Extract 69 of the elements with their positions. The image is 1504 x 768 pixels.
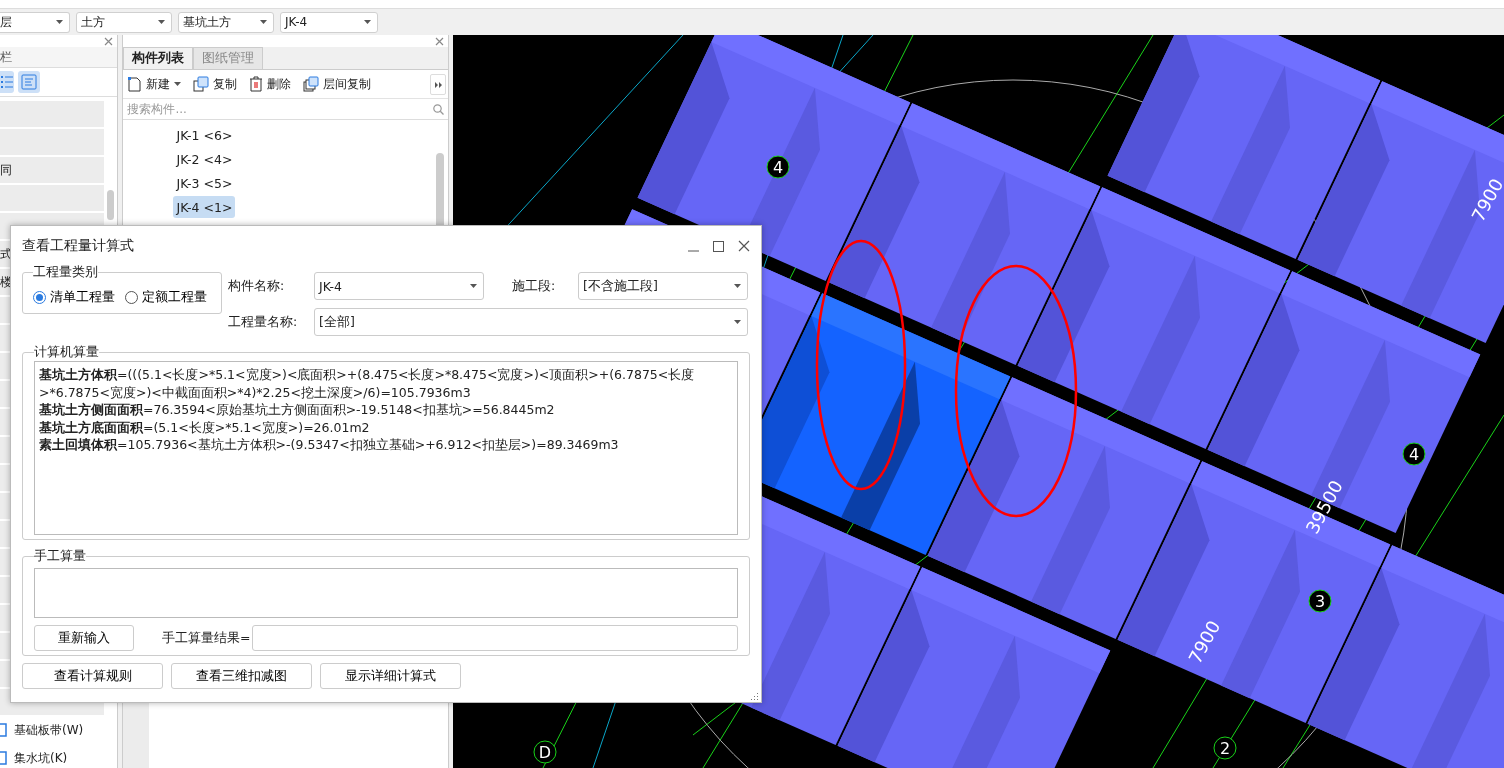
list-item[interactable]: 基础板带(W)	[14, 721, 84, 739]
list-view-icon[interactable]	[0, 71, 14, 93]
axis-bubble: 3	[1308, 589, 1332, 613]
axis-bubble: D	[533, 740, 557, 764]
group-legend: 计算机算量	[34, 344, 99, 361]
group-legend: 手工算量	[34, 548, 86, 565]
dialog-title: 查看工程量计算式	[22, 237, 134, 255]
more-button[interactable]	[430, 74, 447, 95]
quantity-dropdown[interactable]: [全部]	[314, 308, 748, 336]
filter-dropdown[interactable]: 基坑土方	[178, 11, 274, 33]
list-item[interactable]: 集水坑(K)	[14, 749, 68, 767]
component-item[interactable]: JK-3 <5>	[173, 172, 236, 194]
toolbar-button[interactable]: 复制	[193, 75, 238, 93]
double-arrow-icon	[434, 81, 442, 88]
panel-tab[interactable]: 构件列表	[123, 47, 194, 69]
component-item[interactable]: JK-1 <6>	[173, 124, 236, 146]
component-item[interactable]: JK-2 <4>	[173, 148, 236, 170]
field-label: 工程量名称:	[228, 313, 299, 331]
component-dropdown[interactable]: JK-4	[314, 272, 484, 300]
close-icon[interactable]	[435, 36, 445, 46]
search-field[interactable]: 搜索构件...	[125, 101, 434, 117]
component-icon	[0, 750, 8, 766]
axis-bubble: 4	[1402, 442, 1426, 466]
maximize-icon[interactable]	[713, 240, 724, 252]
list-item[interactable]: 楼	[0, 273, 12, 291]
formula-line: 基坑土方底面面积=(5.1<长度>*5.1<宽度>)=26.01m2	[39, 418, 371, 436]
section-dropdown[interactable]: [不含施工段]	[578, 272, 748, 300]
field-label: 手工算量结果=	[162, 629, 251, 647]
caret-icon	[260, 20, 267, 24]
component-icon	[0, 722, 8, 738]
detail-view-icon[interactable]	[18, 71, 40, 93]
dropdown-caret-icon	[174, 82, 182, 86]
filter-dropdown[interactable]: 层	[0, 11, 70, 33]
field-label: 施工段:	[511, 277, 557, 295]
resize-grip-icon[interactable]	[751, 692, 759, 700]
result-field[interactable]	[252, 625, 738, 651]
copy-icon	[193, 76, 210, 92]
new-document-icon	[127, 76, 143, 92]
radio-option[interactable]: 清单工程量	[33, 288, 115, 306]
caret-icon	[470, 284, 477, 288]
dialog-button[interactable]: 查看计算规则	[22, 663, 163, 689]
field-label: 构件名称:	[228, 277, 286, 295]
component-item[interactable]: JK-4 <1>	[173, 196, 236, 218]
caret-icon	[734, 284, 741, 288]
scrollbar-thumb[interactable]	[107, 190, 114, 220]
reset-button[interactable]: 重新输入	[34, 625, 134, 651]
caret-icon	[56, 20, 63, 24]
manual-input-box[interactable]	[34, 568, 738, 618]
group-legend: 工程量类别	[33, 264, 98, 281]
radio-option[interactable]: 定额工程量	[125, 288, 207, 306]
dialog-button[interactable]: 查看三维扣减图	[171, 663, 312, 689]
caret-icon	[364, 20, 371, 24]
caret-icon	[158, 20, 165, 24]
dialog-button[interactable]: 显示详细计算式	[320, 663, 461, 689]
filter-dropdown[interactable]: 土方	[76, 11, 172, 33]
list-item[interactable]: 同	[0, 161, 12, 179]
caret-icon	[734, 320, 741, 324]
search-icon	[433, 103, 445, 115]
close-icon[interactable]	[104, 36, 114, 46]
toolbar-button[interactable]: 层间复制	[303, 75, 372, 93]
close-icon[interactable]	[738, 240, 750, 252]
toolbar-button[interactable]: 删除	[249, 75, 292, 93]
trash-icon	[249, 76, 264, 92]
copy-icon	[303, 76, 320, 92]
toolbar-button[interactable]: 新建	[127, 75, 182, 93]
panel-title: 栏	[0, 47, 118, 68]
axis-bubble: 2	[1213, 736, 1237, 760]
filter-dropdown[interactable]: JK-4	[280, 11, 378, 33]
axis-bubble: 4	[766, 155, 790, 179]
